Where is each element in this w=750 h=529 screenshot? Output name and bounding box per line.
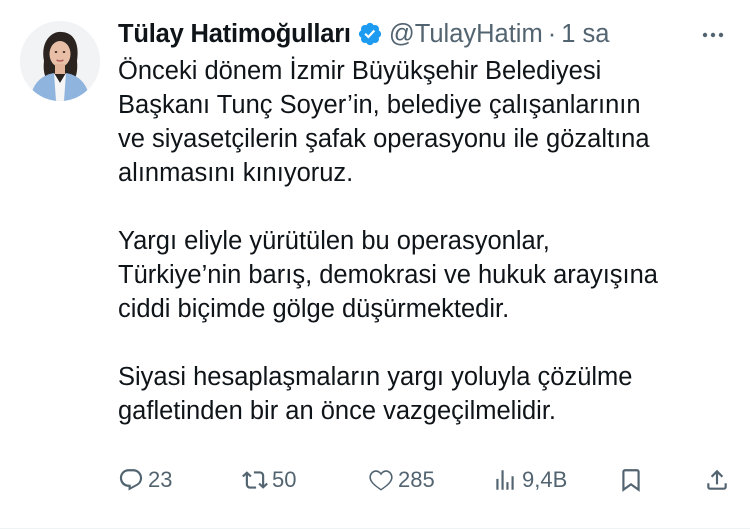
tweet-text: Önceki dönem İzmir Büyükşehir Belediyesi… <box>118 54 738 428</box>
bookmark-icon <box>618 467 644 493</box>
reply-button[interactable]: 23 <box>118 462 172 498</box>
more-icon[interactable] <box>698 20 728 50</box>
heart-icon <box>368 467 394 493</box>
bookmark-button[interactable] <box>618 462 644 498</box>
like-count: 285 <box>398 467 435 492</box>
views-button[interactable]: 9,4B <box>492 462 567 498</box>
action-bar: 23 50 285 9,4B <box>118 462 734 498</box>
retweet-icon <box>242 467 268 493</box>
tweet-paragraph: Siyasi hesaplaşmaların yargı yoluyla çöz… <box>118 363 633 425</box>
retweet-button[interactable]: 50 <box>242 462 296 498</box>
separator-dot: · <box>547 19 557 48</box>
tweet[interactable]: Tülay Hatimoğulları @TulayHatim · 1 sa Ö… <box>0 0 750 529</box>
tweet-paragraph: Yargı eliyle yürütülen bu operasyonlar, … <box>118 227 658 323</box>
tweet-header: Tülay Hatimoğulları @TulayHatim · 1 sa <box>118 16 730 52</box>
avatar-image <box>20 21 100 101</box>
share-button[interactable] <box>704 462 730 498</box>
timestamp[interactable]: 1 sa <box>561 20 609 49</box>
author-handle[interactable]: @TulayHatim <box>389 20 543 49</box>
share-icon <box>704 467 730 493</box>
views-count: 9,4B <box>522 467 568 492</box>
verified-badge-icon <box>357 21 383 47</box>
views-icon <box>492 467 518 493</box>
reply-count: 23 <box>148 467 173 492</box>
like-button[interactable]: 285 <box>368 462 435 498</box>
tweet-paragraph: Önceki dönem İzmir Büyükşehir Belediyesi… <box>118 57 650 187</box>
retweet-count: 50 <box>272 467 297 492</box>
avatar[interactable] <box>20 21 100 101</box>
reply-icon <box>118 467 144 493</box>
author-name[interactable]: Tülay Hatimoğulları <box>118 20 351 49</box>
